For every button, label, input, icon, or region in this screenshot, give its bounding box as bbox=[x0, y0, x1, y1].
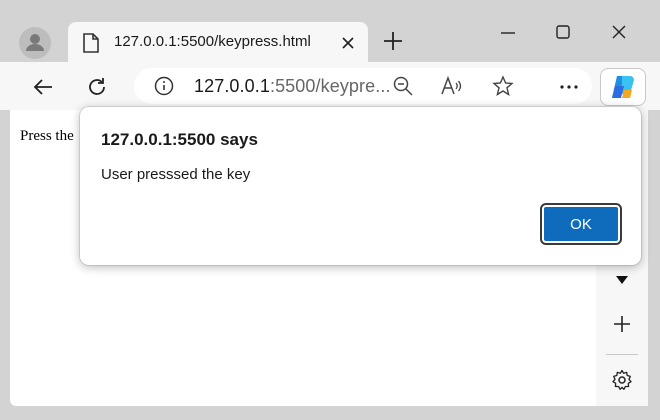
url-host: 127.0.0.1 bbox=[194, 76, 270, 96]
page-icon bbox=[82, 33, 100, 58]
dialog-message: User presssed the key bbox=[101, 166, 251, 183]
address-bar[interactable]: 127.0.0.1:5500/keypre... bbox=[134, 68, 592, 104]
profile-icon[interactable] bbox=[18, 26, 52, 60]
page-text: Press the bbox=[20, 128, 74, 144]
tab-active[interactable]: 127.0.0.1:5500/keypress.html bbox=[68, 22, 368, 64]
gear-icon[interactable] bbox=[610, 368, 634, 392]
close-icon[interactable] bbox=[340, 35, 356, 51]
maximize-icon[interactable] bbox=[551, 22, 575, 44]
sidebar-divider bbox=[606, 354, 638, 355]
toolbar: 127.0.0.1:5500/keypre... bbox=[0, 62, 660, 110]
read-aloud-icon[interactable] bbox=[440, 75, 462, 97]
zoom-out-icon[interactable] bbox=[392, 75, 414, 97]
plus-icon[interactable] bbox=[610, 312, 634, 336]
close-icon[interactable] bbox=[607, 22, 631, 44]
dialog-title: 127.0.0.1:5500 says bbox=[101, 130, 258, 149]
refresh-icon[interactable] bbox=[84, 74, 110, 100]
alert-dialog: 127.0.0.1:5500 says User presssed the ke… bbox=[80, 107, 641, 265]
minimize-icon[interactable] bbox=[496, 22, 520, 44]
title-bar: 127.0.0.1:5500/keypress.html bbox=[0, 0, 660, 64]
plus-icon[interactable] bbox=[382, 30, 404, 52]
star-icon[interactable] bbox=[492, 75, 514, 97]
url-path: :5500/keypre... bbox=[269, 76, 391, 96]
tab-title: 127.0.0.1:5500/keypress.html bbox=[114, 33, 311, 50]
info-icon[interactable] bbox=[154, 76, 174, 101]
url-text: 127.0.0.1:5500/keypre... bbox=[194, 76, 391, 97]
back-arrow-icon[interactable] bbox=[30, 74, 56, 100]
copilot-icon[interactable] bbox=[600, 68, 646, 106]
caret-down-icon[interactable] bbox=[610, 268, 634, 292]
ellipsis-icon[interactable] bbox=[556, 74, 582, 100]
ok-button[interactable]: OK bbox=[540, 203, 622, 245]
browser-window: 127.0.0.1:5500/keypress.html 127.0.0.1:5… bbox=[0, 0, 660, 420]
